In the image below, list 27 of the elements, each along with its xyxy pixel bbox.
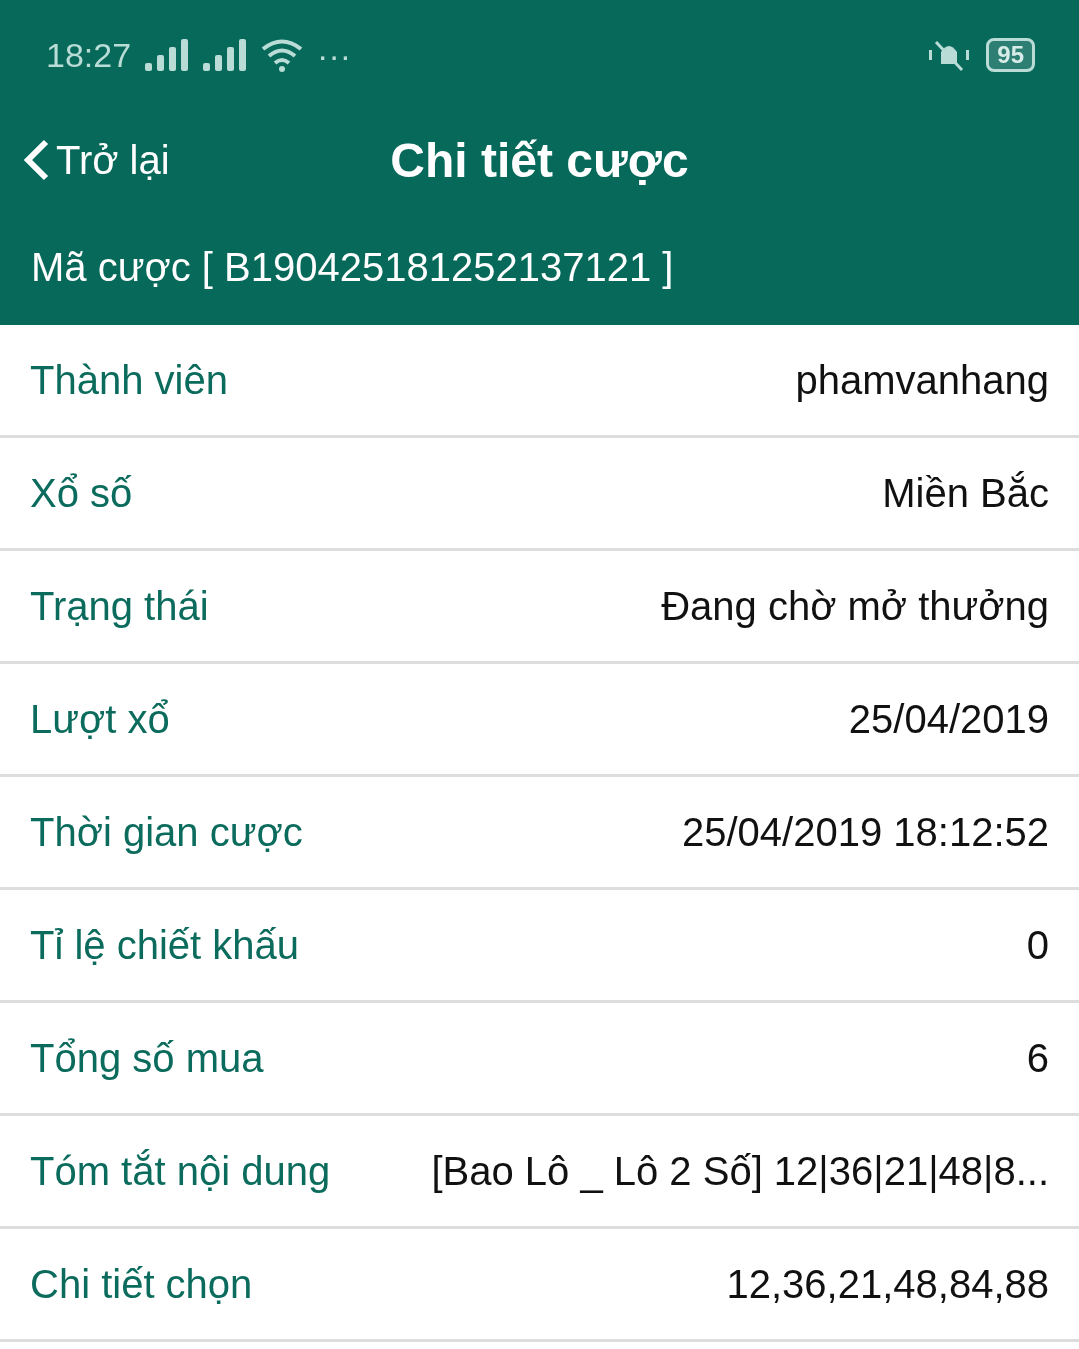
detail-value: 25/04/2019 xyxy=(848,696,1049,742)
detail-label: Tỉ lệ chiết khấu xyxy=(30,922,300,968)
detail-value: 0 xyxy=(1026,922,1049,968)
page-title: Chi tiết cược xyxy=(390,132,689,188)
detail-value: Đang chờ mở thưởng xyxy=(661,583,1049,629)
battery-indicator: 95 xyxy=(986,38,1035,72)
detail-label: Chi tiết chọn xyxy=(30,1261,253,1307)
detail-label: Thành viên xyxy=(30,357,228,403)
detail-label: Tổng số mua xyxy=(30,1035,264,1081)
detail-value: 12,36,21,48,84,88 xyxy=(726,1261,1049,1307)
detail-label: Lượt xổ xyxy=(30,696,170,742)
detail-value: 6 xyxy=(1026,1035,1049,1081)
wifi-icon xyxy=(261,38,304,72)
more-indicator: ··· xyxy=(317,35,352,75)
detail-value: phamvanhang xyxy=(795,357,1049,403)
bet-code: Mã cược [ B190425181252137121 ] xyxy=(31,245,674,290)
detail-value: Miền Bắc xyxy=(882,470,1049,516)
detail-label: Xổ số xyxy=(30,470,133,516)
detail-value: [Bao Lô _ Lô 2 Số] 12|36|21|48|8... xyxy=(431,1148,1049,1194)
detail-value: 25/04/2019 18:12:52 xyxy=(682,809,1049,855)
detail-label: Trạng thái xyxy=(30,583,209,629)
status-time: 18:27 xyxy=(46,35,132,75)
signal-icon xyxy=(203,39,248,71)
detail-label: Thời gian cược xyxy=(30,809,303,855)
signal-icon xyxy=(145,39,190,71)
back-button[interactable]: Trở lại xyxy=(22,137,170,183)
detail-label: Tóm tắt nội dung xyxy=(30,1148,331,1194)
